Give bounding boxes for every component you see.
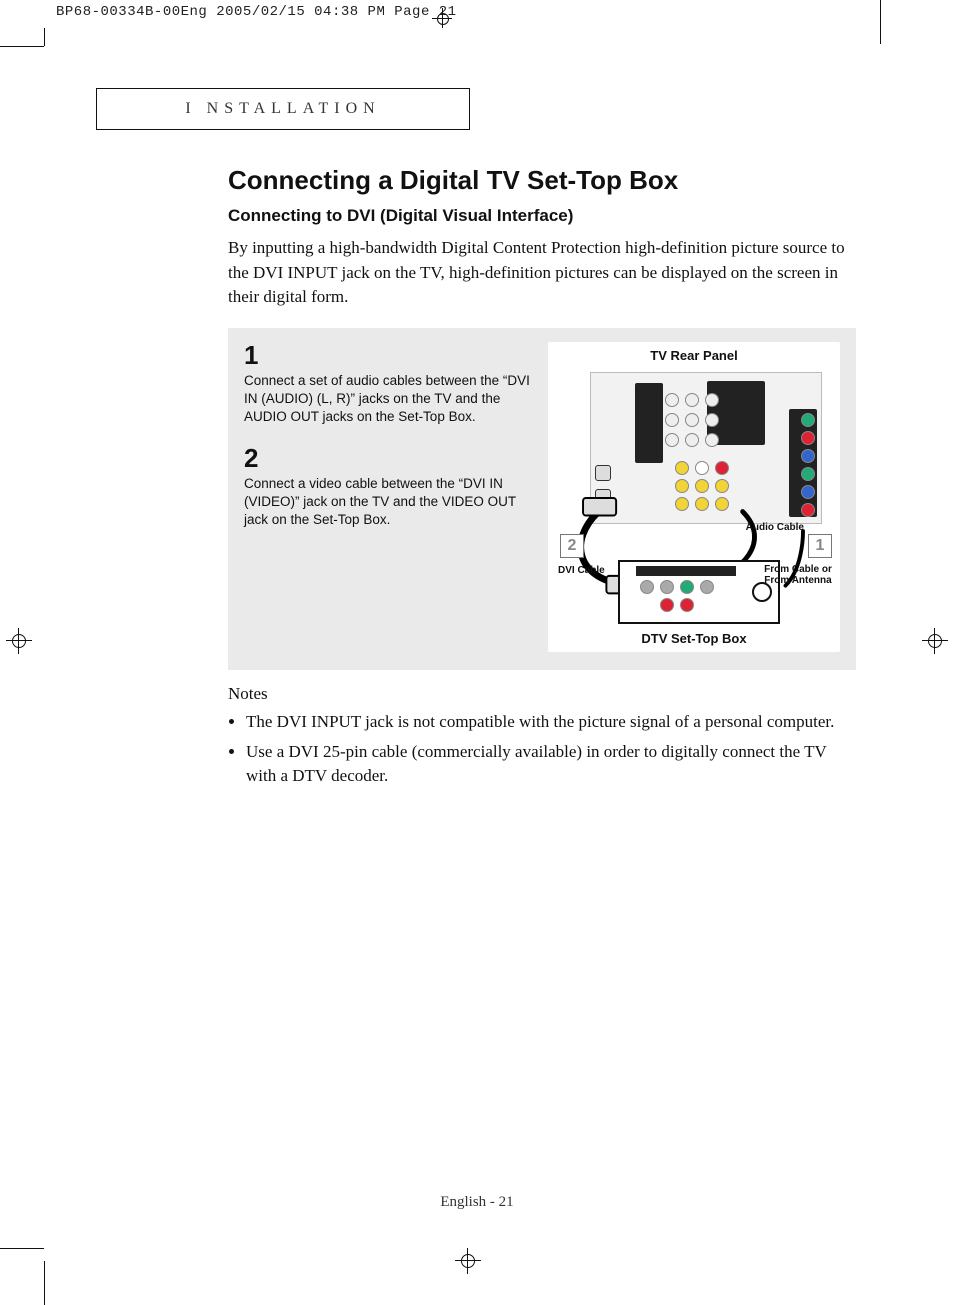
section-header: I NSTALLATION: [96, 88, 470, 130]
note-item: The DVI INPUT jack is not compatible wit…: [246, 710, 856, 734]
page-content: Connecting a Digital TV Set-Top Box Conn…: [228, 165, 856, 793]
diagram-top-label: TV Rear Panel: [548, 348, 840, 363]
crop-line-icon: [44, 28, 45, 46]
print-meta: BP68-00334B-00Eng 2005/02/15 04:38 PM Pa…: [56, 4, 457, 20]
step-number: 1: [244, 342, 534, 368]
notes-section: Notes The DVI INPUT jack is not compatib…: [228, 684, 856, 787]
crop-line-icon: [0, 46, 44, 47]
lead-paragraph: By inputting a high-bandwidth Digital Co…: [228, 236, 856, 310]
tv-rear-panel-icon: [590, 372, 822, 524]
registration-mark-bottom-icon: [455, 1248, 481, 1274]
diagram-step-badge-2: 2: [560, 534, 584, 558]
crop-line-icon: [0, 1248, 44, 1249]
step-text: Connect a set of audio cables between th…: [244, 372, 534, 427]
step-number: 2: [244, 445, 534, 471]
registration-mark-right-icon: [922, 628, 948, 654]
steps-column: 1 Connect a set of audio cables between …: [244, 342, 534, 652]
diagram-step-badge-1: 1: [808, 534, 832, 558]
diagram-from-cable-label: From Cable or From Antenna: [762, 564, 834, 586]
diagram-audio-cable-label: Audio Cable: [746, 522, 804, 533]
diagram-dvi-cable-label: DVI Cable: [558, 565, 605, 576]
crop-line-icon: [880, 0, 881, 44]
connection-diagram: TV Rear Panel: [548, 342, 840, 652]
page-subtitle: Connecting to DVI (Digital Visual Interf…: [228, 206, 856, 226]
note-item: Use a DVI 25-pin cable (commercially ava…: [246, 740, 856, 788]
step-text: Connect a video cable between the “DVI I…: [244, 475, 534, 530]
set-top-box-icon: [618, 560, 780, 624]
page-footer: English - 21: [0, 1194, 954, 1211]
notes-heading: Notes: [228, 684, 856, 704]
page-title: Connecting a Digital TV Set-Top Box: [228, 165, 856, 196]
registration-mark-left-icon: [6, 628, 32, 654]
notes-list: The DVI INPUT jack is not compatible wit…: [228, 710, 856, 787]
section-header-text: I NSTALLATION: [185, 100, 380, 118]
crop-line-icon: [44, 1261, 45, 1305]
diagram-bottom-label: DTV Set-Top Box: [548, 631, 840, 646]
instruction-panel: 1 Connect a set of audio cables between …: [228, 328, 856, 670]
